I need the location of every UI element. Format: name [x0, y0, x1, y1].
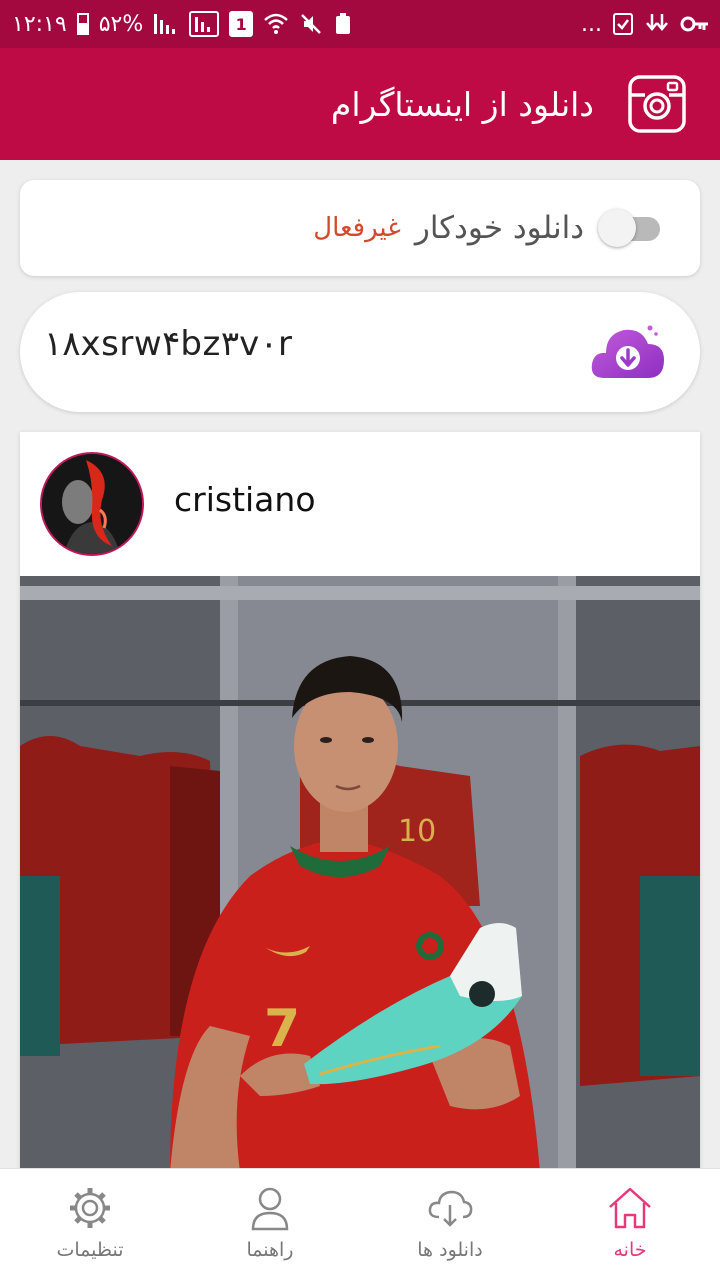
svg-text:7: 7 [264, 999, 300, 1059]
auto-download-toggle[interactable] [598, 208, 660, 248]
instagram-icon[interactable] [628, 75, 686, 133]
toggle-knob [598, 209, 636, 247]
avatar[interactable] [40, 452, 144, 556]
shortcode-field[interactable]: ۱۸xsrw۴bz۳v۰r [20, 292, 700, 412]
nav-home[interactable]: خانه [540, 1169, 720, 1280]
mute-icon [301, 14, 322, 34]
clipboard-check-icon [613, 13, 633, 35]
post-username[interactable]: cristiano [174, 480, 316, 519]
bottom-nav: تنظیمات راهنما دانلود ها خانه [0, 1168, 720, 1280]
cloud-download-icon[interactable] [590, 320, 666, 382]
svg-text:10: 10 [398, 814, 436, 849]
cleaner-icon [336, 13, 351, 34]
home-icon [609, 1187, 651, 1229]
status-right: ... [581, 12, 710, 37]
signal-box-icon [189, 11, 220, 37]
clock: ۱۲:۱۹ [12, 11, 67, 37]
avatar-image [42, 454, 142, 554]
app-title: دانلود از اینستاگرام [330, 84, 594, 124]
post-card: cristiano 10 7 [20, 432, 700, 1172]
gear-icon [70, 1188, 110, 1228]
nav-downloads-label: دانلود ها [417, 1239, 483, 1261]
sim-badge: 1 [229, 11, 254, 37]
nav-help[interactable]: راهنما [180, 1169, 360, 1280]
nav-settings-label: تنظیمات [56, 1239, 124, 1261]
post-image[interactable]: 10 7 [20, 576, 700, 1172]
auto-download-status: غیرفعال [313, 213, 401, 243]
auto-download-label: دانلود خودکار [414, 210, 584, 246]
nav-help-label: راهنما [246, 1239, 294, 1261]
shortcode-value[interactable]: ۱۸xsrw۴bz۳v۰r [44, 324, 292, 364]
key-icon [680, 16, 708, 32]
battery-icon [76, 13, 89, 35]
cloud-download-icon [428, 1190, 473, 1227]
user-icon [251, 1187, 289, 1231]
status-left: ۱۲:۱۹ ۵۲% 1 [12, 11, 353, 37]
download-arrows-icon [646, 14, 668, 31]
more-indicator: ... [581, 11, 602, 37]
auto-download-card: غیرفعال دانلود خودکار [20, 180, 700, 276]
wifi-icon [264, 13, 289, 34]
signal-icon [154, 14, 176, 34]
battery-percent: ۵۲% [98, 11, 144, 37]
nav-settings[interactable]: تنظیمات [0, 1169, 180, 1280]
post-photo: 10 7 [20, 576, 700, 1172]
app-bar: دانلود از اینستاگرام [0, 48, 720, 160]
status-bar: ۱۲:۱۹ ۵۲% 1 ... [0, 0, 720, 48]
nav-home-label: خانه [613, 1239, 647, 1261]
nav-downloads[interactable]: دانلود ها [360, 1169, 540, 1280]
